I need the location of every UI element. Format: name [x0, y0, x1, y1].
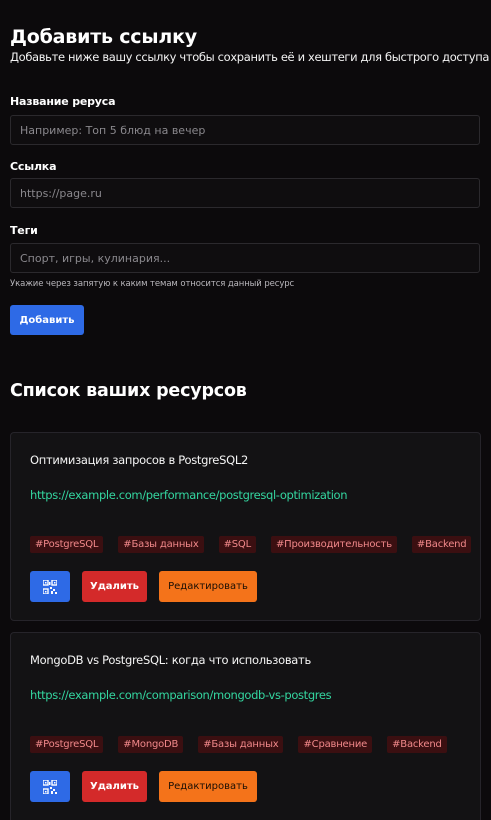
tag[interactable]: #PostgreSQL: [30, 536, 104, 553]
qr-button[interactable]: [30, 771, 70, 802]
list-title: Список ваших ресурсов: [10, 381, 247, 401]
tag[interactable]: #SQL: [218, 536, 256, 553]
link-label: Ссылка: [10, 160, 57, 173]
resource-title: MongoDB vs PostgreSQL: когда что использ…: [30, 653, 311, 667]
tag[interactable]: #Backend: [411, 536, 472, 553]
link-input[interactable]: [10, 178, 480, 208]
qr-button[interactable]: [30, 571, 70, 602]
qr-code-icon: [43, 779, 57, 794]
tag[interactable]: #Базы данных: [118, 536, 204, 553]
resource-title: Оптимизация запросов в PostgreSQL2: [30, 453, 248, 467]
page-subtitle: Добавьте ниже вашу ссылку чтобы сохранит…: [10, 50, 490, 64]
resource-link[interactable]: https://example.com/comparison/mongodb-v…: [30, 688, 332, 702]
edit-button[interactable]: Редактировать: [159, 571, 257, 602]
delete-button[interactable]: Удалить: [82, 771, 147, 802]
qr-code-icon: [43, 579, 57, 594]
add-button[interactable]: Добавить: [10, 305, 84, 335]
page-title: Добавить ссылку: [10, 26, 197, 48]
edit-button[interactable]: Редактировать: [159, 771, 257, 802]
tag[interactable]: #Базы данных: [198, 736, 284, 753]
tag-list: #PostgreSQL #MongoDB #Базы данных #Сравн…: [30, 736, 447, 753]
page: Добавить ссылку Добавьте ниже вашу ссылк…: [0, 0, 491, 820]
resource-card: Оптимизация запросов в PostgreSQL2 https…: [10, 432, 481, 621]
tags-hint: Укажие через запятую к каким темам относ…: [10, 279, 295, 289]
tag[interactable]: #MongoDB: [118, 736, 184, 753]
tags-label: Теги: [10, 224, 38, 237]
name-input[interactable]: [10, 115, 480, 145]
tag[interactable]: #PostgreSQL: [30, 736, 104, 753]
delete-button[interactable]: Удалить: [82, 571, 147, 602]
tag-list: #PostgreSQL #Базы данных #SQL #Производи…: [30, 536, 472, 553]
tag[interactable]: #Производительность: [270, 536, 397, 553]
tags-input[interactable]: [10, 243, 480, 273]
tag[interactable]: #Backend: [387, 736, 447, 753]
tag[interactable]: #Сравнение: [298, 736, 373, 753]
resource-link[interactable]: https://example.com/performance/postgres…: [30, 488, 348, 502]
name-label: Название реруса: [10, 95, 116, 108]
resource-card: MongoDB vs PostgreSQL: когда что использ…: [10, 632, 481, 820]
